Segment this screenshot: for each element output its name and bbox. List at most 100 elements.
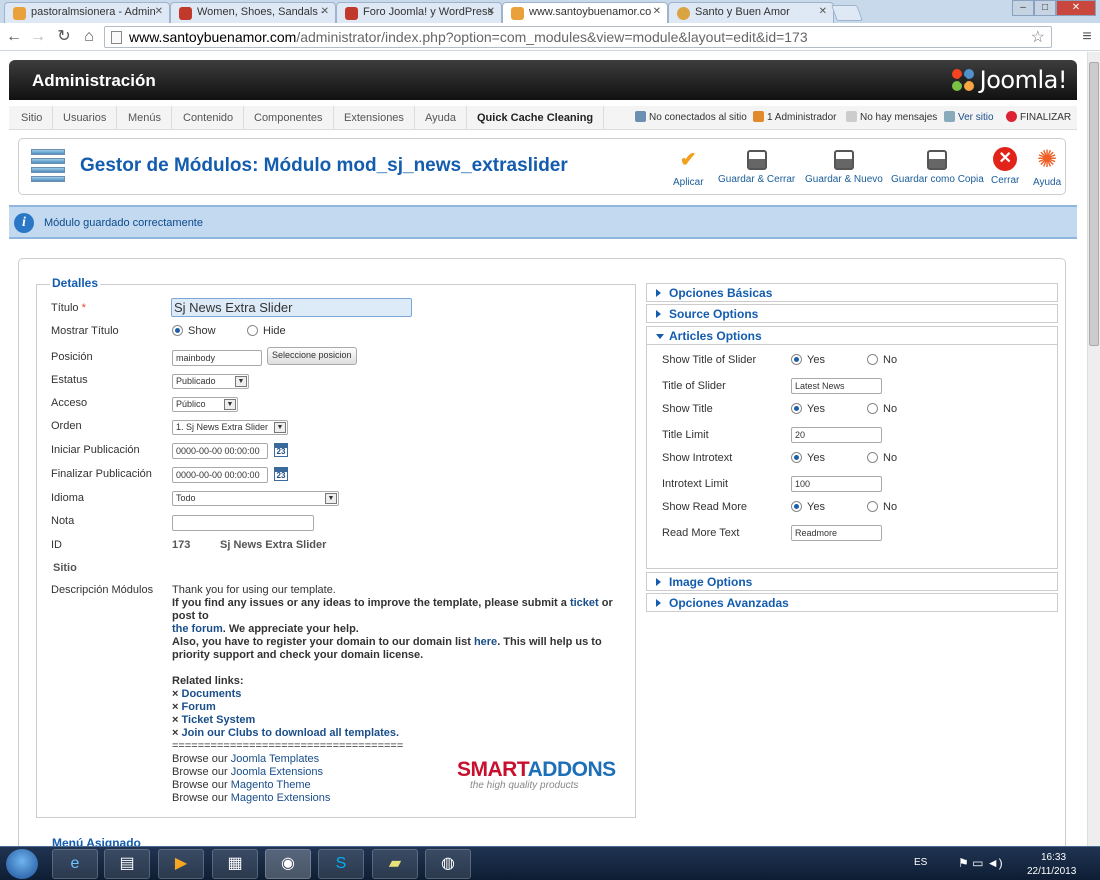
publish-up-label: Iniciar Publicación bbox=[51, 444, 140, 456]
show-title-no-radio[interactable] bbox=[867, 403, 878, 414]
menu-usuarios[interactable]: Usuarios bbox=[53, 106, 118, 130]
accordion-advanced-options[interactable]: Opciones Avanzadas bbox=[646, 593, 1058, 612]
taskbar-explorer-icon[interactable]: ▤ bbox=[104, 849, 150, 879]
magento-theme-link[interactable]: Magento Theme bbox=[231, 779, 311, 791]
smartaddons-logo: SMARTADDONS bbox=[457, 758, 616, 781]
introtext-limit-input[interactable] bbox=[791, 476, 882, 492]
menu-extensiones[interactable]: Extensiones bbox=[334, 106, 415, 130]
publish-down-input[interactable] bbox=[172, 467, 268, 483]
browser-tab[interactable]: Santo y Buen Amor ✕ bbox=[668, 2, 834, 23]
close-tab-icon[interactable]: ✕ bbox=[321, 6, 329, 17]
title-input[interactable] bbox=[171, 298, 412, 317]
show-introtext-no-radio[interactable] bbox=[867, 452, 878, 463]
close-tab-icon[interactable]: ✕ bbox=[653, 6, 661, 17]
bookmark-star-icon[interactable]: ☆ bbox=[1031, 27, 1045, 47]
language-select[interactable]: Todo ▼ bbox=[172, 491, 339, 506]
forum-link[interactable]: the forum bbox=[172, 623, 223, 635]
show-title-of-slider-no-radio[interactable] bbox=[867, 354, 878, 365]
tray-icons[interactable]: ⚑ ▭ ◄) bbox=[958, 856, 1003, 870]
here-link[interactable]: here bbox=[474, 636, 497, 648]
new-tab-button[interactable] bbox=[831, 5, 863, 21]
joomla-favicon-icon bbox=[511, 7, 524, 20]
ticket-link[interactable]: ticket bbox=[570, 597, 599, 609]
menu-componentes[interactable]: Componentes bbox=[244, 106, 334, 130]
accordion-source-options[interactable]: Source Options bbox=[646, 304, 1058, 323]
clock-date[interactable]: 22/11/2013 bbox=[1027, 866, 1076, 877]
close-button[interactable]: ✕ Cerrar bbox=[991, 147, 1019, 186]
show-title-of-slider-yes-radio[interactable] bbox=[791, 354, 802, 365]
browser-tab[interactable]: Foro Joomla! y WordPress ✕ bbox=[336, 2, 502, 23]
menu-ayuda[interactable]: Ayuda bbox=[415, 106, 467, 130]
show-introtext-yes-radio[interactable] bbox=[791, 452, 802, 463]
menu-quick-cache-cleaning[interactable]: Quick Cache Cleaning bbox=[467, 106, 605, 130]
select-position-button[interactable]: Seleccione posicion bbox=[267, 347, 357, 365]
show-title-hide-radio[interactable] bbox=[247, 325, 258, 336]
view-site-link[interactable]: Ver sitio bbox=[944, 106, 994, 130]
address-bar[interactable]: www.santoybuenamor.com/administrator/ind… bbox=[104, 26, 1052, 48]
clock-time[interactable]: 16:33 bbox=[1041, 852, 1066, 863]
save-new-button[interactable]: Guardar & Nuevo bbox=[805, 147, 883, 185]
read-more-text-input[interactable] bbox=[791, 525, 882, 541]
joomla-extensions-link[interactable]: Joomla Extensions bbox=[231, 766, 323, 778]
browser-tab[interactable]: Women, Shoes, Sandals - ✕ bbox=[170, 2, 336, 23]
taskbar-notes-icon[interactable]: ▰ bbox=[372, 849, 418, 879]
help-button[interactable]: ✺ Ayuda bbox=[1033, 147, 1061, 189]
close-tab-icon[interactable]: ✕ bbox=[155, 6, 163, 17]
save-copy-icon bbox=[927, 150, 948, 170]
close-tab-icon[interactable]: ✕ bbox=[487, 6, 495, 17]
forum-link-2[interactable]: Forum bbox=[182, 701, 216, 713]
show-title-label: Show Title bbox=[662, 403, 713, 415]
back-icon[interactable]: ← bbox=[4, 27, 24, 47]
magento-extensions-link[interactable]: Magento Extensions bbox=[231, 792, 331, 804]
show-title-yes-radio[interactable] bbox=[791, 403, 802, 414]
accordion-articles-options[interactable]: Articles Options bbox=[646, 326, 1058, 345]
title-of-slider-input[interactable] bbox=[791, 378, 882, 394]
reload-icon[interactable]: ↻ bbox=[54, 27, 74, 47]
menu-sitio[interactable]: Sitio bbox=[11, 106, 54, 130]
maximize-button[interactable]: □ bbox=[1034, 0, 1056, 16]
calendar-icon[interactable]: 23 bbox=[274, 467, 288, 481]
taskbar-calendar-icon[interactable]: ▦ bbox=[212, 849, 258, 879]
scrollbar-thumb[interactable] bbox=[1089, 62, 1099, 346]
accordion-basic-options[interactable]: Opciones Básicas bbox=[646, 283, 1058, 302]
browser-tab-active[interactable]: www.santoybuenamor.co ✕ bbox=[502, 2, 668, 23]
id-label: ID bbox=[51, 539, 62, 551]
menu-menus[interactable]: Menús bbox=[118, 106, 173, 130]
order-select[interactable]: 1. Sj News Extra Slider ▼ bbox=[172, 420, 288, 435]
menu-contenido[interactable]: Contenido bbox=[173, 106, 245, 130]
taskbar-media-player-icon[interactable]: ▶ bbox=[158, 849, 204, 879]
close-tab-icon[interactable]: ✕ bbox=[819, 6, 827, 17]
menu-icon[interactable]: ≡ bbox=[1077, 27, 1097, 47]
start-button-icon[interactable] bbox=[6, 849, 38, 879]
title-limit-input[interactable] bbox=[791, 427, 882, 443]
save-copy-button[interactable]: Guardar como Copia bbox=[891, 147, 984, 185]
minimize-button[interactable]: – bbox=[1012, 0, 1034, 16]
save-close-button[interactable]: Guardar & Cerrar bbox=[718, 147, 795, 185]
taskbar-chrome-icon[interactable]: ◉ bbox=[265, 849, 311, 879]
show-read-more-no-radio[interactable] bbox=[867, 501, 878, 512]
joomla-templates-link[interactable]: Joomla Templates bbox=[231, 753, 319, 765]
logout-link[interactable]: FINALIZAR bbox=[1006, 106, 1071, 130]
taskbar-ie-icon[interactable]: e bbox=[52, 849, 98, 879]
documents-link[interactable]: Documents bbox=[182, 688, 242, 700]
close-window-button[interactable]: ✕ bbox=[1056, 0, 1096, 16]
publish-up-input[interactable] bbox=[172, 443, 268, 459]
apply-button[interactable]: ✔ Aplicar bbox=[673, 147, 704, 188]
show-title-show-radio[interactable] bbox=[172, 325, 183, 336]
show-read-more-label: Show Read More bbox=[662, 501, 747, 513]
access-select[interactable]: Público ▼ bbox=[172, 397, 238, 412]
taskbar-skype-icon[interactable]: S bbox=[318, 849, 364, 879]
show-read-more-yes-radio[interactable] bbox=[791, 501, 802, 512]
taskbar-app-icon[interactable]: ◍ bbox=[425, 849, 471, 879]
accordion-image-options[interactable]: Image Options bbox=[646, 572, 1058, 591]
calendar-icon[interactable]: 23 bbox=[274, 443, 288, 457]
join-clubs-link[interactable]: Join our Clubs to download all templates… bbox=[182, 727, 400, 739]
ticket-system-link[interactable]: Ticket System bbox=[182, 714, 256, 726]
position-input[interactable] bbox=[172, 350, 262, 366]
home-icon[interactable]: ⌂ bbox=[79, 27, 99, 47]
status-select[interactable]: Publicado ▼ bbox=[172, 374, 249, 389]
browser-tab[interactable]: pastoralmsionera - Admin ✕ bbox=[4, 2, 170, 23]
forward-icon[interactable]: → bbox=[28, 27, 48, 47]
note-input[interactable] bbox=[172, 515, 314, 531]
language-indicator[interactable]: ES bbox=[914, 857, 927, 868]
